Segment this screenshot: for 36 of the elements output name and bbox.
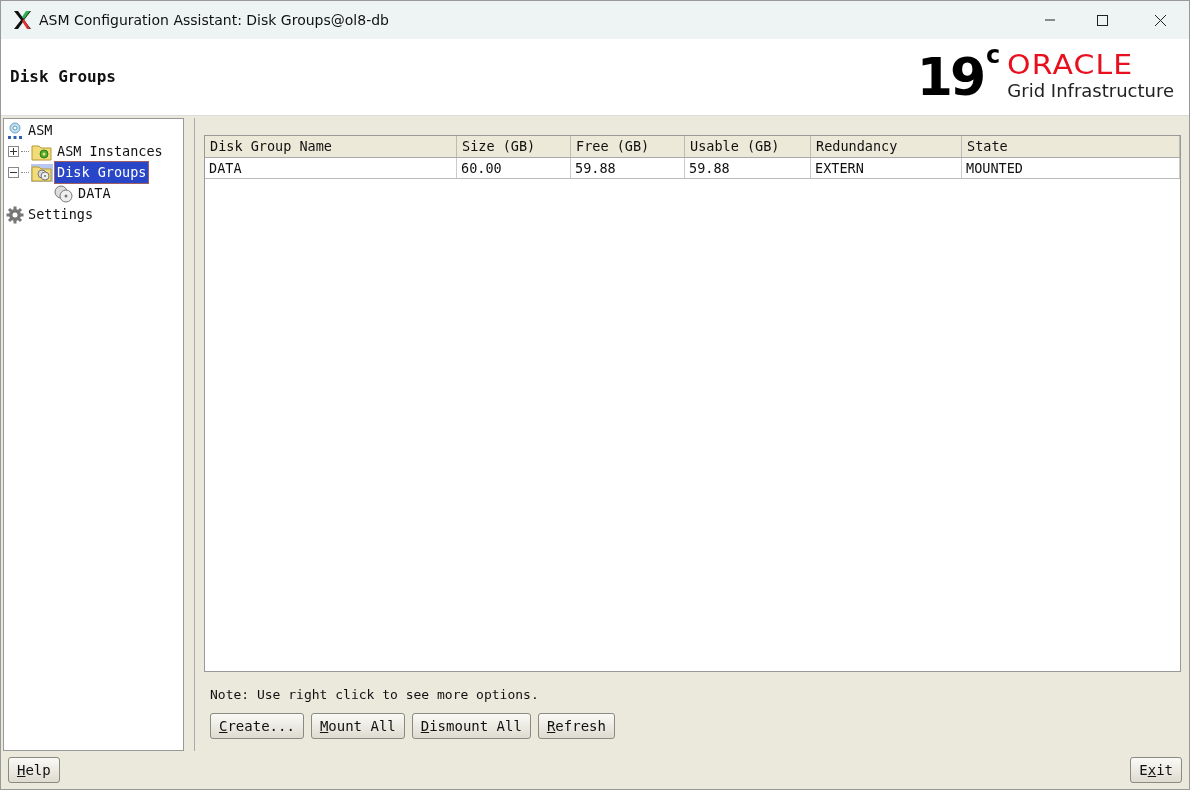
column-header[interactable]: Disk Group Name <box>205 136 457 157</box>
note-text: Note: Use right click to see more options. <box>210 685 540 704</box>
table-cell: 59.88 <box>685 158 811 178</box>
tree-item[interactable]: Disk Groups <box>55 162 149 183</box>
footer-button[interactable]: Help <box>8 757 60 783</box>
column-header[interactable]: Usable (GB) <box>685 136 811 157</box>
column-header[interactable]: Size (GB) <box>457 136 571 157</box>
tree-item[interactable]: ASM Instances <box>55 141 165 162</box>
column-header[interactable]: State <box>962 136 1180 157</box>
tree-item[interactable]: DATA <box>76 183 113 204</box>
column-header[interactable]: Redundancy <box>811 136 962 157</box>
tree-item[interactable]: Settings <box>26 204 96 225</box>
page-title: Disk Groups <box>10 66 116 88</box>
expand-toggle[interactable] <box>8 146 19 157</box>
tree-item[interactable]: ASM <box>26 120 55 141</box>
collapse-toggle[interactable] <box>8 167 19 178</box>
action-button[interactable]: Mount All <box>310 713 405 739</box>
table-cell: DATA <box>205 158 457 178</box>
folder-disks-icon <box>31 163 53 182</box>
close-icon <box>1154 14 1166 26</box>
action-button[interactable]: Dismount All <box>411 713 531 739</box>
table-cell: 60.00 <box>457 158 571 178</box>
table-cell: MOUNTED <box>962 158 1180 178</box>
disks-icon <box>54 184 74 203</box>
x-logo-icon <box>12 10 32 30</box>
action-button[interactable]: Refresh <box>537 713 615 739</box>
window-title: ASM Configuration Assistant: Disk Groups@ol8-db <box>39 10 389 30</box>
folder-gear-icon <box>31 142 53 161</box>
table-cell: EXTERN <box>811 158 962 178</box>
database-node-icon <box>6 121 24 140</box>
table-cell: 59.88 <box>571 158 685 178</box>
gear-icon <box>6 205 24 224</box>
column-header[interactable]: Free (GB) <box>571 136 685 157</box>
footer-button[interactable]: Exit <box>1130 757 1182 783</box>
maximize-icon <box>1096 14 1108 26</box>
action-button[interactable]: Create... <box>210 713 304 739</box>
